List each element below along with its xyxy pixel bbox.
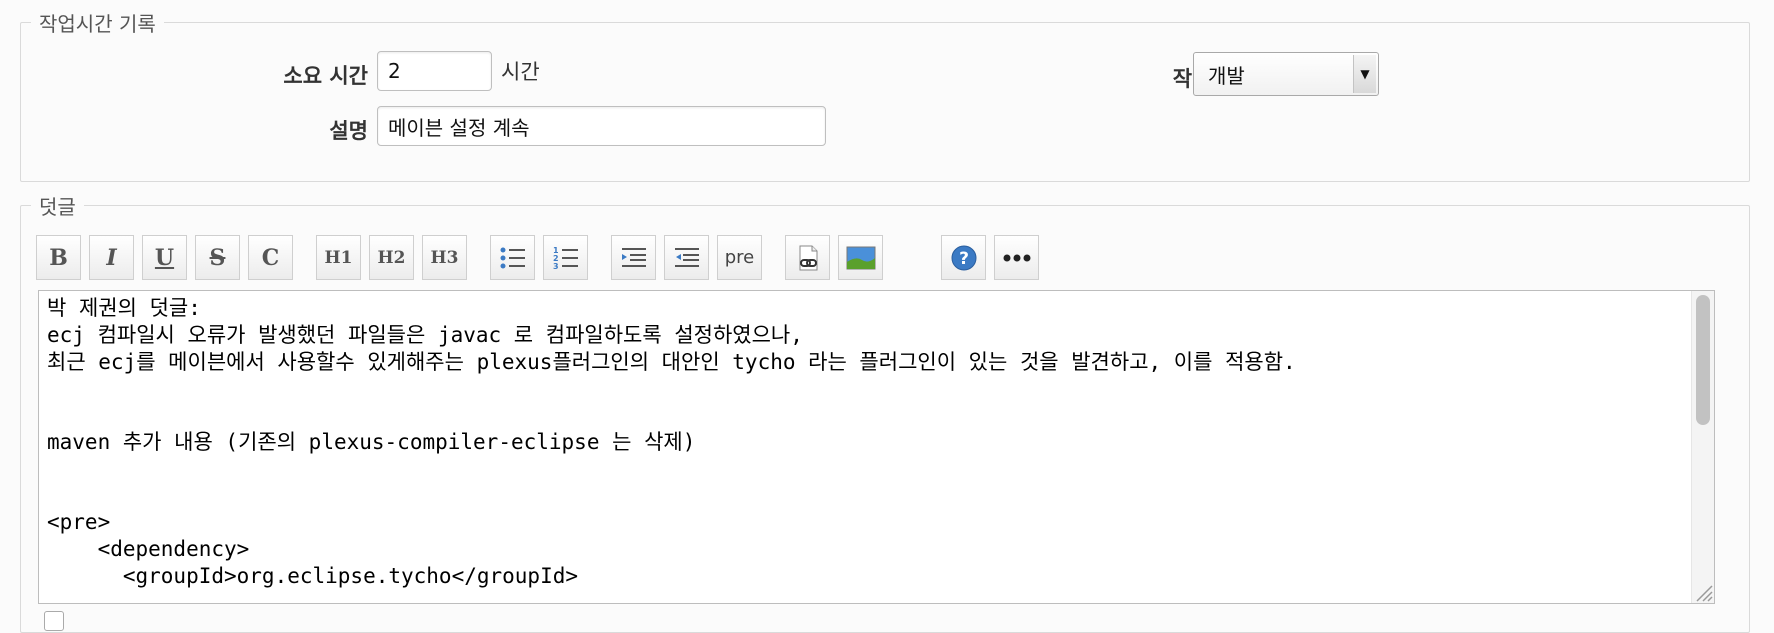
help-icon: ?	[951, 245, 976, 270]
more-icon	[1003, 254, 1030, 261]
pre-button[interactable]: pre	[717, 235, 762, 280]
svg-text:?: ?	[959, 249, 969, 269]
activity-select[interactable]: 개발 ▼	[1193, 52, 1379, 96]
hours-input[interactable]: 2	[377, 51, 492, 91]
strike-label: S	[209, 244, 226, 271]
pre-label: pre	[724, 247, 755, 268]
time-log-legend: 작업시간 기록	[39, 12, 156, 36]
code-button[interactable]: C	[248, 235, 293, 280]
unordered-list-button[interactable]	[490, 235, 535, 280]
bullet-list-icon	[500, 247, 525, 268]
heading3-label: H3	[430, 247, 459, 268]
underline-button[interactable]: U	[142, 235, 187, 280]
hours-label: 소요 시간	[283, 64, 368, 88]
heading1-label: H1	[324, 247, 353, 268]
comment-input[interactable]: 메이븐 설정 계속	[377, 106, 826, 146]
image-icon	[846, 246, 875, 269]
bold-button[interactable]: B	[36, 235, 81, 280]
heading3-button[interactable]: H3	[422, 235, 467, 280]
private-notes-checkbox[interactable]	[44, 611, 64, 631]
activity-selected-value: 개발	[1208, 63, 1245, 88]
heading1-button[interactable]: H1	[316, 235, 361, 280]
notes-textarea[interactable]: 박 제권의 덧글: ecj 컴파일시 오류가 발생했던 파일들은 javac 로…	[38, 290, 1715, 604]
resize-grip-icon[interactable]	[1693, 582, 1713, 602]
scrollbar[interactable]	[1691, 291, 1714, 603]
comment-label: 설명	[329, 119, 368, 143]
italic-button[interactable]: I	[89, 235, 134, 280]
chevron-down-icon: ▼	[1353, 55, 1376, 93]
more-button[interactable]	[994, 235, 1039, 280]
indent-button[interactable]	[611, 235, 656, 280]
link-button[interactable]	[785, 235, 830, 280]
outdent-button[interactable]	[664, 235, 709, 280]
notes-text: 박 제권의 덧글: ecj 컴파일시 오류가 발생했던 파일들은 javac 로…	[47, 296, 1296, 588]
underline-label: U	[154, 244, 175, 271]
link-icon	[799, 245, 817, 270]
bold-label: B	[49, 244, 68, 271]
heading2-button[interactable]: H2	[369, 235, 414, 280]
outdent-icon	[674, 247, 699, 267]
image-button[interactable]	[838, 235, 883, 280]
svg-text:3: 3	[553, 262, 559, 271]
heading2-label: H2	[377, 247, 406, 268]
help-button[interactable]: ?	[941, 235, 986, 280]
italic-label: I	[106, 244, 117, 271]
hours-unit: 시간	[501, 60, 540, 84]
time-log-fieldset: 작업시간 기록	[20, 8, 1750, 182]
ordered-list-button[interactable]: 1 2 3	[543, 235, 588, 280]
notes-legend: 덧글	[39, 195, 76, 219]
indent-icon	[621, 247, 646, 267]
strike-button[interactable]: S	[195, 235, 240, 280]
scrollbar-thumb[interactable]	[1696, 295, 1710, 425]
code-label: C	[261, 244, 280, 271]
numbered-list-icon: 1 2 3	[553, 246, 578, 271]
